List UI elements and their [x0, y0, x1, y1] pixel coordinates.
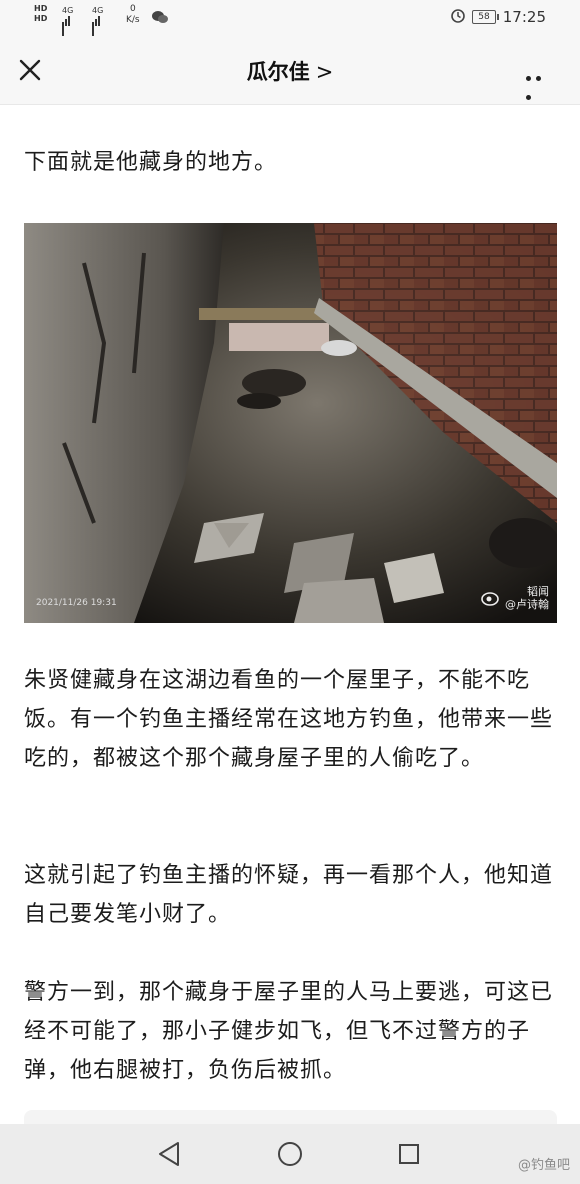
signal-sim1-icon: 4G [62, 6, 73, 39]
weibo-icon [481, 592, 499, 606]
hd-indicator: HD HD [34, 4, 47, 24]
photo-timestamp: 2021/11/26 19:31 [36, 598, 117, 608]
sim1-label: 4G [62, 6, 74, 15]
article-paragraph-1: 下面就是他藏身的地方。 [24, 150, 278, 175]
site-watermark: @钓鱼吧 [517, 1158, 570, 1173]
hd1-label: HD [34, 4, 48, 13]
network-speed: 0 K/s [126, 4, 140, 26]
sim2-label: 4G [92, 6, 104, 15]
article-paragraph-2: 朱贤健藏身在这湖边看鱼的一个屋里子，不能不吃饭。有一个钓鱼主播经常在这地方钓鱼，… [24, 668, 554, 771]
recent-apps-square-icon[interactable] [398, 1143, 420, 1165]
speed-unit: K/s [126, 15, 140, 25]
wechat-notification-icon [152, 10, 168, 26]
signal-sim2-icon: 4G [92, 6, 103, 39]
watermark-brand: 韬闻 [527, 585, 549, 598]
account-name-link[interactable]: 瓜尔佳 > [0, 56, 580, 86]
home-circle-icon[interactable] [277, 1141, 303, 1167]
photo-watermark: 韬闻 @卢诗翰 [505, 585, 549, 611]
speed-value: 0 [129, 4, 136, 14]
back-triangle-icon[interactable] [156, 1140, 182, 1168]
battery-icon: 58 [472, 10, 499, 24]
article-photo[interactable]: 2021/11/26 19:31 韬闻 @卢诗翰 [24, 223, 557, 623]
more-options-button[interactable] [526, 66, 554, 100]
account-name: 瓜尔佳 [246, 60, 310, 84]
watermark-author: @卢诗翰 [505, 598, 549, 611]
hideout-photo-illustration [24, 223, 557, 623]
article-paragraph-3: 这就引起了钓鱼主播的怀疑，再一看那个人，他知道自己要发笔小财了。 [24, 863, 554, 927]
system-navigation-bar: @钓鱼吧 [0, 1124, 580, 1184]
article-header: 瓜尔佳 > [0, 36, 580, 105]
chevron-right-icon: > [315, 60, 334, 84]
alarm-icon [450, 7, 466, 27]
hd2-label: HD [34, 14, 48, 23]
status-bar: HD HD 4G 4G 0 K/s 58 17:25 [0, 0, 580, 39]
clock: 17:25 [502, 8, 546, 26]
article-paragraph-4: 警方一到，那个藏身于屋子里的人马上要逃，可这已经不可能了，那小子健步如飞，但飞不… [24, 980, 554, 1083]
